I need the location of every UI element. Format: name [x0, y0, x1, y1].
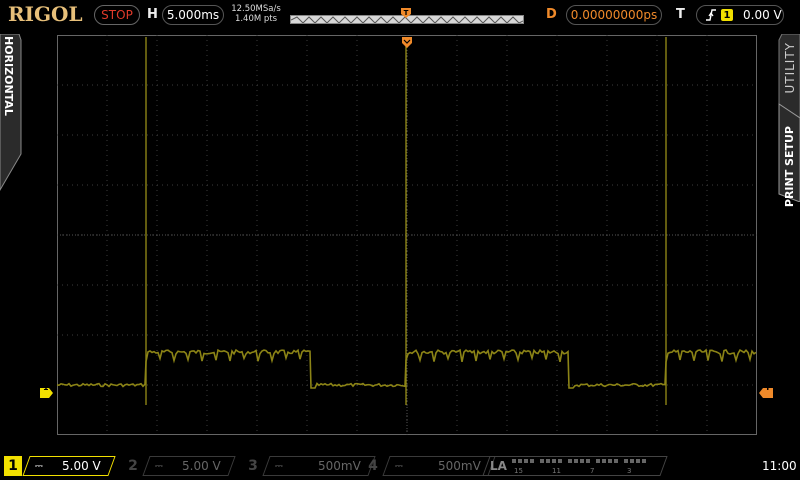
- waveform-display[interactable]: [56, 35, 757, 435]
- trigger-position-marker[interactable]: T: [400, 4, 412, 23]
- trigger-time-icon: [402, 37, 412, 48]
- memory-depth: 1.40M pts: [234, 14, 278, 24]
- trigger-label: T: [676, 7, 685, 22]
- ch3-scale: 500mV: [318, 459, 361, 473]
- delay-label: D: [546, 7, 557, 22]
- timebase-value: 5.000ms: [166, 8, 220, 22]
- ch2-scale-box: ⎓ 5.00 V: [142, 456, 236, 476]
- la-group-15: 15: [514, 467, 523, 475]
- ch4-scale: 500mV: [438, 459, 481, 473]
- delay-display[interactable]: 0.00000000ps: [566, 5, 662, 25]
- trigger-time-marker[interactable]: [400, 36, 414, 48]
- ch2-status[interactable]: 2 ⎓ 5.00 V: [124, 456, 236, 476]
- ch1-marker-label: 1: [43, 383, 49, 392]
- right-menu-tabs: UTILITY PRINT SETUP: [778, 34, 800, 207]
- la-group-7: 7: [590, 467, 595, 475]
- trigger-display[interactable]: 1 0.00 V: [696, 5, 784, 25]
- utility-tab-label[interactable]: UTILITY: [783, 42, 797, 94]
- run-state-label: STOP: [101, 8, 133, 22]
- channel-status-bar: 1 ⎓ 5.00 V 2 ⎓ 5.00 V 3 ⎓ 500mV 4 ⎓ 500m…: [0, 452, 800, 480]
- la-group-3: 3: [627, 467, 632, 475]
- dc-coupling-icon: ⎓: [395, 460, 403, 472]
- timebase-display[interactable]: 5.000ms: [162, 5, 224, 25]
- trigger-level-value: 0.00 V: [743, 8, 782, 22]
- horizontal-tab-label: HORIZONTAL: [2, 36, 15, 116]
- trigger-position-icon: T: [401, 8, 411, 18]
- dc-coupling-icon: ⎓: [275, 460, 283, 472]
- trigger-source-chip: 1: [721, 9, 733, 21]
- trigger-level-marker[interactable]: T: [759, 383, 773, 398]
- ch1-scale: 5.00 V: [62, 459, 101, 473]
- print-setup-tab-label[interactable]: PRINT SETUP: [783, 126, 796, 207]
- ch1-status[interactable]: 1 ⎓ 5.00 V: [4, 456, 116, 476]
- la-channel-indicators: [512, 459, 646, 463]
- system-clock: 11:00: [762, 459, 797, 473]
- run-stop-indicator[interactable]: STOP: [94, 5, 140, 25]
- sample-rate: 12.50MSa/s: [231, 4, 281, 14]
- la-group-11: 11: [552, 467, 561, 475]
- logic-analyzer-label: LA: [490, 459, 507, 473]
- ch3-scale-box: ⎓ 500mV: [262, 456, 376, 476]
- ch2-number: 2: [128, 458, 138, 474]
- trigger-marker-label: T: [765, 383, 771, 392]
- brand-logo: RIGOL: [8, 2, 83, 26]
- top-status-bar: RIGOL STOP H 5.000ms 12.50MSa/s 1.40M pt…: [0, 0, 800, 30]
- delay-value: 0.00000000ps: [570, 8, 658, 22]
- horizontal-menu-tab[interactable]: HORIZONTAL: [0, 34, 22, 202]
- horizontal-label: H: [147, 7, 158, 22]
- ch1-number: 1: [4, 456, 22, 476]
- ch2-scale: 5.00 V: [182, 459, 221, 473]
- ch1-ground-marker[interactable]: 1: [40, 383, 54, 398]
- acquisition-info: 12.50MSa/s 1.40M pts: [228, 4, 284, 24]
- ch4-scale-box: ⎓ 500mV: [382, 456, 496, 476]
- ch1-waveform: [56, 37, 757, 405]
- ch3-status[interactable]: 3 ⎓ 500mV: [244, 456, 376, 476]
- ch3-number: 3: [248, 458, 258, 474]
- svg-text:T: T: [404, 9, 409, 17]
- dc-coupling-icon: ⎓: [35, 460, 43, 472]
- dc-coupling-icon: ⎓: [155, 460, 163, 472]
- rising-edge-icon: [706, 9, 716, 21]
- ch1-scale-box: ⎓ 5.00 V: [22, 456, 116, 476]
- ch4-number: 4: [368, 458, 378, 474]
- ch4-status[interactable]: 4 ⎓ 500mV: [364, 456, 496, 476]
